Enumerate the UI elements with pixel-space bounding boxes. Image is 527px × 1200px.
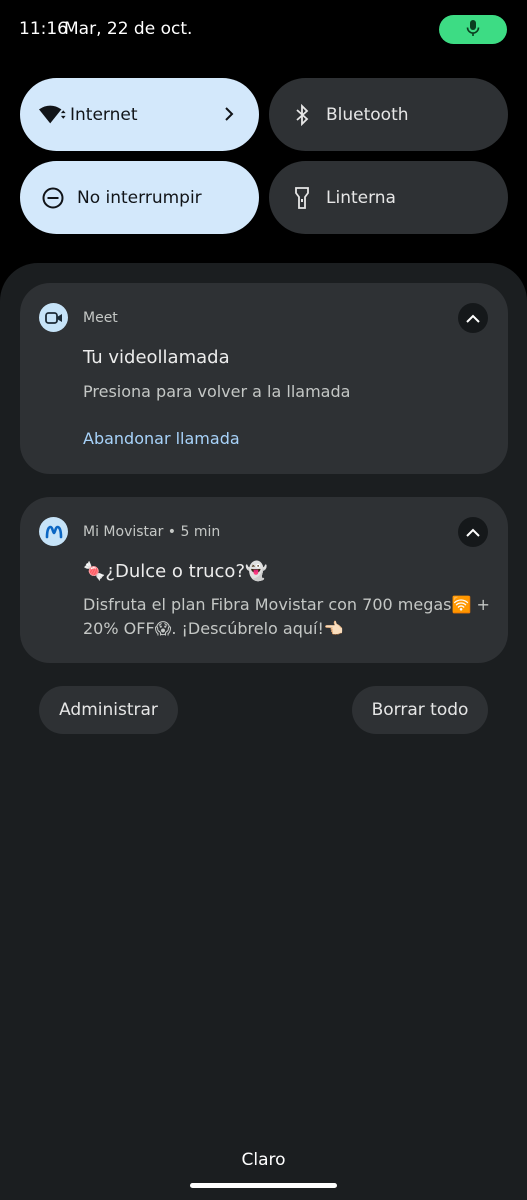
clear-all-button[interactable]: Borrar todo	[352, 686, 488, 734]
status-time: 11:16	[19, 19, 68, 39]
mic-in-use-indicator[interactable]	[439, 15, 507, 44]
manage-button[interactable]: Administrar	[39, 686, 178, 734]
do-not-disturb-icon	[39, 184, 67, 212]
microphone-icon	[466, 19, 480, 41]
movistar-icon	[39, 517, 68, 546]
tile-bluetooth-label: Bluetooth	[326, 104, 409, 125]
notification-meet[interactable]: Meet Tu videollamada Presiona para volve…	[20, 283, 508, 474]
notification-app-name: Mi Movistar • 5 min	[83, 524, 221, 540]
leave-call-button[interactable]: Abandonar llamada	[83, 429, 240, 448]
flashlight-icon	[288, 184, 316, 212]
bluetooth-icon	[288, 101, 316, 129]
notification-shade: Meet Tu videollamada Presiona para volve…	[0, 263, 527, 1200]
notification-title: Tu videollamada	[83, 347, 230, 368]
tile-flashlight-label: Linterna	[326, 187, 396, 208]
status-bar: 11:16 Mar, 22 de oct.	[0, 0, 527, 60]
tile-internet[interactable]: Internet	[20, 78, 259, 151]
tile-internet-label: Internet	[70, 104, 138, 125]
notification-body: Disfruta el plan Fibra Movistar con 700 …	[83, 595, 490, 638]
collapse-button[interactable]	[458, 517, 488, 547]
notification-body: Presiona para volver a la llamada	[83, 382, 351, 401]
carrier-name: Claro	[241, 1150, 286, 1170]
chevron-up-icon	[465, 523, 481, 542]
chevron-up-icon	[465, 309, 481, 328]
notification-app-name: Meet	[83, 310, 118, 326]
home-indicator[interactable]	[190, 1183, 337, 1188]
chevron-right-icon[interactable]	[217, 102, 241, 126]
video-call-icon	[39, 303, 68, 332]
status-date[interactable]: Mar, 22 de oct.	[64, 19, 192, 39]
notification-title: 🍬¿Dulce o truco?👻	[83, 561, 268, 582]
tile-dnd-label: No interrumpir	[77, 187, 202, 208]
tile-bluetooth[interactable]: Bluetooth	[269, 78, 508, 151]
tile-do-not-disturb[interactable]: No interrumpir	[20, 161, 259, 234]
notification-movistar[interactable]: Mi Movistar • 5 min 🍬¿Dulce o truco?👻 Di…	[20, 497, 508, 663]
collapse-button[interactable]	[458, 303, 488, 333]
tile-flashlight[interactable]: Linterna	[269, 161, 508, 234]
wifi-icon	[39, 101, 67, 129]
screen: 11:16 Mar, 22 de oct. Internet Bluetooth…	[0, 0, 527, 1200]
